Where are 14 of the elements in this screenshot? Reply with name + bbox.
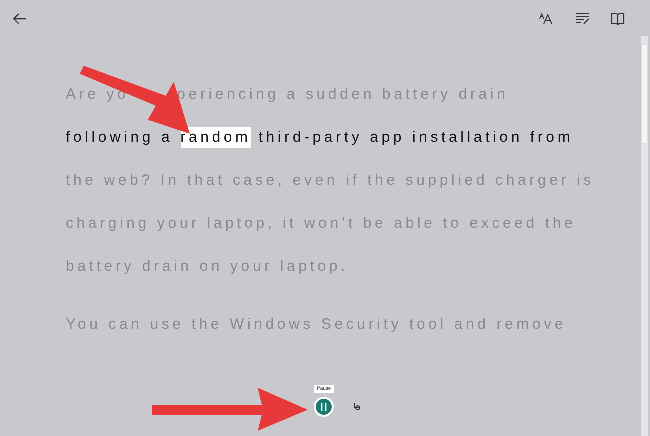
text-line: the web? In that case, even if the supplied charger is — [66, 172, 594, 190]
back-arrow-icon — [13, 13, 27, 25]
pause-button[interactable] — [314, 397, 334, 417]
text-size-icon — [539, 13, 553, 25]
pause-icon — [321, 403, 328, 411]
scrollbar[interactable] — [641, 36, 648, 436]
voice-icon — [353, 402, 364, 412]
book-icon — [611, 12, 625, 26]
lines-pen-icon — [574, 13, 590, 25]
text-line: battery drain on your laptop. — [66, 258, 348, 276]
text-line: charging your laptop, it won’t be able to exceed the — [66, 215, 576, 233]
text-line: following a random third-party app installation from — [66, 129, 574, 147]
text-line: You can use the Windows Security tool and remove — [66, 316, 567, 334]
text-line: Are yo periencing a sudden battery drain — [66, 86, 509, 104]
